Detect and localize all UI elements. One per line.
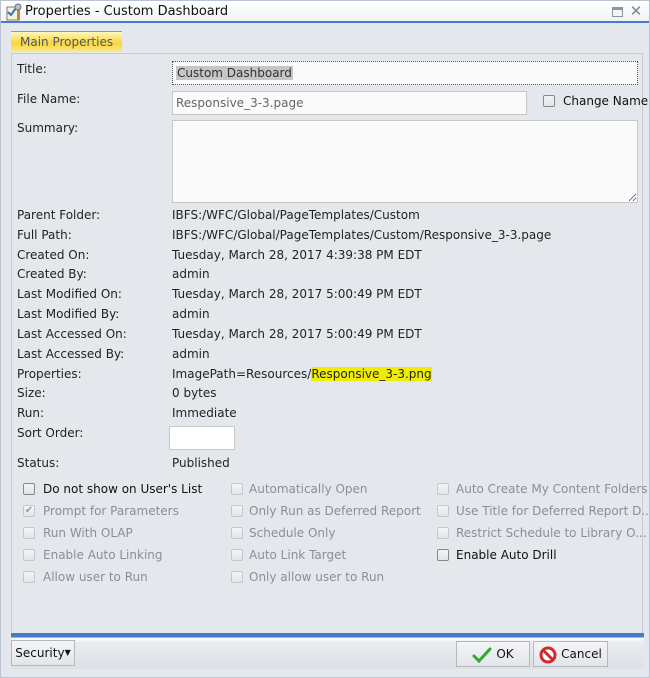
option-checkbox[interactable] xyxy=(23,483,35,495)
option-checkbox xyxy=(437,483,449,495)
option-label[interactable]: Enable Auto Drill xyxy=(456,548,557,562)
maximize-icon[interactable] xyxy=(612,7,623,17)
cancel-label: Cancel xyxy=(561,647,602,661)
option-label: Auto Create My Content Folders xyxy=(456,482,648,496)
parent-folder-value: IBFS:/WFC/Global/PageTemplates/Custom xyxy=(172,208,420,222)
window-title: Properties - Custom Dashboard xyxy=(25,4,229,19)
parent-folder-label: Parent Folder: xyxy=(17,208,101,222)
last-modified-by-value: admin xyxy=(172,307,210,321)
properties-dialog: Properties - Custom Dashboard ✕ Main Pro… xyxy=(0,0,650,678)
created-on-value: Tuesday, March 28, 2017 4:39:38 PM EDT xyxy=(172,248,422,262)
security-menu-button[interactable]: Security▼ xyxy=(11,640,75,666)
option-label[interactable]: Do not show on User's List xyxy=(43,482,202,496)
summary-label: Summary: xyxy=(17,121,79,135)
change-name-checkbox[interactable] xyxy=(543,95,555,107)
properties-label: Properties: xyxy=(17,367,82,381)
status-label: Status: xyxy=(17,456,60,470)
option-label: Use Title for Deferred Report D... xyxy=(456,504,650,518)
option-checkbox xyxy=(231,527,243,539)
option-checkbox xyxy=(231,483,243,495)
full-path-value: IBFS:/WFC/Global/PageTemplates/Custom/Re… xyxy=(172,228,552,242)
option-label: Only allow user to Run xyxy=(249,570,385,584)
option-label: Restrict Schedule to Library O... xyxy=(456,526,647,540)
properties-prefix: ImagePath=Resources/ xyxy=(172,367,312,381)
option-checkbox xyxy=(231,549,243,561)
created-by-value: admin xyxy=(172,267,210,281)
last-modified-on-label: Last Modified On: xyxy=(17,287,122,301)
ok-label: OK xyxy=(496,647,514,661)
ok-button[interactable]: OK xyxy=(456,641,530,667)
run-value: Immediate xyxy=(172,406,237,420)
sort-order-input[interactable] xyxy=(169,426,235,450)
checkmark-icon xyxy=(472,647,492,663)
properties-highlight: Responsive_3-3.png xyxy=(311,367,432,381)
option-label: Enable Auto Linking xyxy=(43,548,163,562)
option-checkbox xyxy=(231,571,243,583)
option-label: Auto Link Target xyxy=(249,548,347,562)
properties-value: ImagePath=Resources/Responsive_3-3.png xyxy=(172,367,432,381)
tab-main-properties[interactable]: Main Properties xyxy=(11,31,123,52)
title-input[interactable]: Custom Dashboard xyxy=(172,61,638,85)
summary-textarea[interactable] xyxy=(172,120,638,203)
full-path-label: Full Path: xyxy=(17,228,72,242)
cancel-button[interactable]: Cancel xyxy=(533,641,608,667)
status-value: Published xyxy=(172,456,230,470)
change-name-label[interactable]: Change Name xyxy=(563,94,648,108)
last-accessed-by-value: admin xyxy=(172,347,210,361)
close-icon[interactable]: ✕ xyxy=(629,3,643,19)
file-name-label: File Name: xyxy=(17,92,81,106)
run-label: Run: xyxy=(17,406,45,420)
option-label: Run With OLAP xyxy=(43,526,133,540)
last-accessed-on-label: Last Accessed On: xyxy=(17,327,127,341)
option-checkbox: ✔ xyxy=(23,505,35,517)
security-label: Security xyxy=(15,646,65,660)
last-accessed-by-label: Last Accessed By: xyxy=(17,347,125,361)
option-label: Only Run as Deferred Report xyxy=(249,504,421,518)
last-modified-by-label: Last Modified By: xyxy=(17,307,120,321)
properties-icon xyxy=(4,3,24,21)
option-checkbox xyxy=(23,571,35,583)
option-label: Allow user to Run xyxy=(43,570,148,584)
title-bar[interactable]: Properties - Custom Dashboard ✕ xyxy=(1,1,649,23)
option-checkbox xyxy=(23,527,35,539)
cancel-icon xyxy=(539,646,557,663)
option-checkbox xyxy=(437,505,449,517)
last-accessed-on-value: Tuesday, March 28, 2017 5:00:49 PM EDT xyxy=(172,327,422,341)
option-checkbox xyxy=(231,505,243,517)
size-value: 0 bytes xyxy=(172,386,217,400)
created-by-label: Created By: xyxy=(17,267,87,281)
option-checkbox[interactable] xyxy=(437,549,449,561)
option-label: Automatically Open xyxy=(249,482,368,496)
option-checkbox xyxy=(437,527,449,539)
option-label: Schedule Only xyxy=(249,526,336,540)
last-modified-on-value: Tuesday, March 28, 2017 5:00:49 PM EDT xyxy=(172,287,422,301)
file-name-input[interactable]: Responsive_3-3.page xyxy=(172,91,527,115)
title-label: Title: xyxy=(17,62,47,76)
size-label: Size: xyxy=(17,386,46,400)
title-input-value: Custom Dashboard xyxy=(176,66,293,80)
option-checkbox xyxy=(23,549,35,561)
created-on-label: Created On: xyxy=(17,248,90,262)
chevron-down-icon: ▼ xyxy=(64,648,71,657)
option-label: Prompt for Parameters xyxy=(43,504,179,518)
sort-order-label: Sort Order: xyxy=(17,426,84,440)
